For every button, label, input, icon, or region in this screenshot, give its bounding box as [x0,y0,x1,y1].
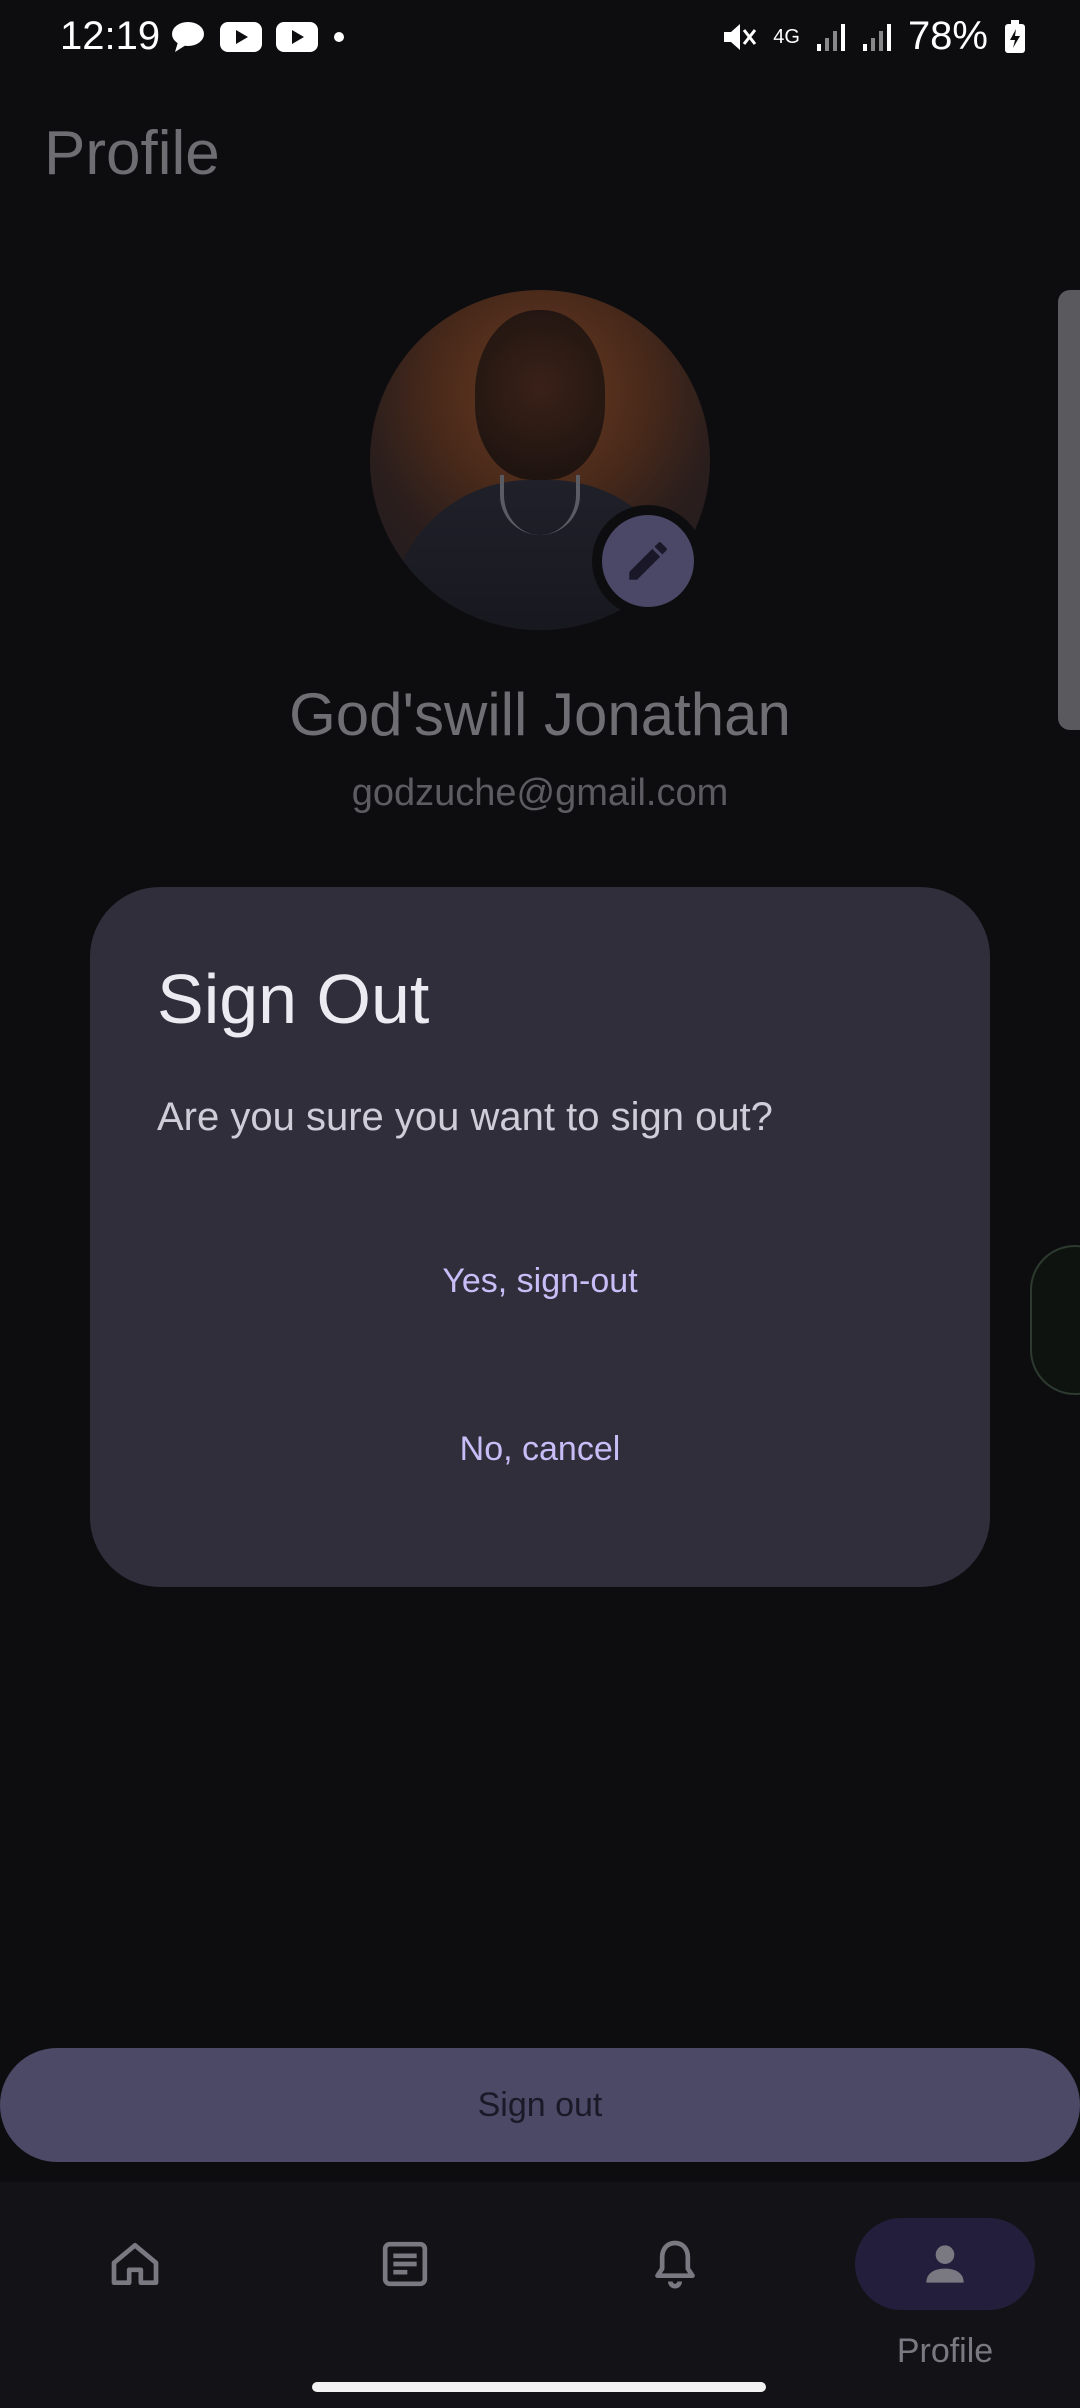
edit-avatar-button[interactable] [592,505,704,617]
system-icons: 4G 78% [721,14,1026,59]
nav-item-articles[interactable] [270,2182,540,2408]
bell-icon [655,2240,695,2289]
dot-icon [334,32,344,42]
profile-screen: 12:19 4G 78% Profile God'swill Jonathan … [0,0,1080,2408]
signal-icon [862,23,891,51]
home-indicator[interactable] [312,2382,766,2392]
user-name: God'swill Jonathan [289,681,791,748]
sign-out-dialog: Sign Out Are you sure you want to sign o… [90,887,990,1587]
sign-out-button[interactable]: Sign out [0,2048,1080,2162]
page-title: Profile [44,119,220,188]
home-icon [111,2243,159,2285]
nav-item-notifications[interactable] [540,2182,810,2408]
notification-icons [170,20,346,54]
status-time: 12:19 [60,14,161,58]
confirm-sign-out-button[interactable]: Yes, sign-out [90,1242,990,1321]
youtube-icon [220,22,262,52]
avatar-face [475,310,605,480]
person-icon [926,2245,964,2283]
cancel-button[interactable]: No, cancel [90,1410,990,1489]
dialog-title: Sign Out [157,960,430,1038]
signal-icon [816,23,845,51]
nav-item-profile[interactable]: Profile [810,2182,1080,2408]
chat-icon [172,22,204,52]
user-email: godzuche@gmail.com [351,772,729,814]
status-bar: 12:19 4G 78% [0,0,1080,72]
pencil-icon [629,542,667,580]
battery-percent: 78% [907,14,988,58]
dialog-message: Are you sure you want to sign out? [157,1095,773,1139]
mute-icon [724,23,757,50]
network-type: 4G [773,25,800,48]
nav-label-profile: Profile [896,2332,994,2370]
side-panel-handle[interactable] [1030,1245,1080,1395]
battery-charging-icon [1005,19,1025,53]
youtube-icon [276,22,318,52]
scrollbar[interactable] [1058,290,1080,730]
nav-item-home[interactable] [0,2182,270,2408]
bottom-nav: Profile [0,2182,1080,2408]
article-icon [382,2241,428,2287]
